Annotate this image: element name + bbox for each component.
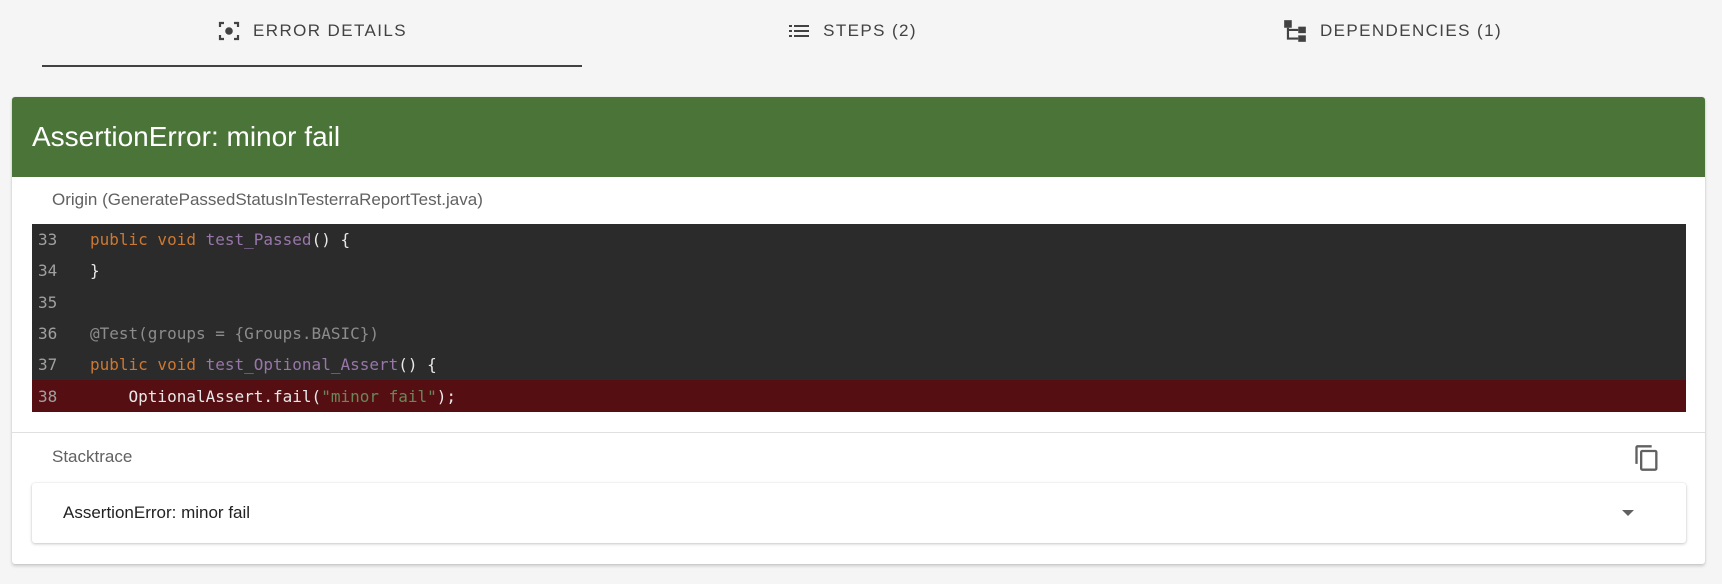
tab-bar: ERROR DETAILS STEPS (2) DEPENDENCIES (1) [42, 0, 1662, 67]
copy-icon [1633, 444, 1661, 477]
code-text: } [90, 261, 100, 281]
code-text: OptionalAssert.fail("minor fail"); [90, 386, 457, 406]
code-snippet: 33 public void test_Passed() { 34 } 35 3… [32, 224, 1686, 412]
sitemap-icon [1282, 18, 1308, 44]
error-code-line: 38 OptionalAssert.fail("minor fail"); [32, 380, 1686, 412]
chevron-down-icon [1622, 510, 1634, 516]
code-line: 35 [32, 287, 1686, 318]
code-line: 33 public void test_Passed() { [32, 224, 1686, 255]
copy-button[interactable] [1627, 440, 1667, 480]
line-number: 34 [38, 261, 58, 281]
code-line: 36 @Test(groups = {Groups.BASIC}) [32, 318, 1686, 349]
tab-dependencies[interactable]: DEPENDENCIES (1) [1122, 0, 1662, 67]
stacktrace-label: Stacktrace [52, 447, 133, 466]
error-title: AssertionError: minor fail [32, 121, 341, 152]
error-header: AssertionError: minor fail [12, 97, 1705, 177]
line-number: 35 [38, 292, 58, 312]
divider [12, 432, 1705, 433]
code-text: public void test_Optional_Assert() { [90, 355, 437, 375]
code-line: 37 public void test_Optional_Assert() { [32, 349, 1686, 380]
camera-focus-icon [217, 19, 241, 43]
tab-label: ERROR DETAILS [253, 20, 407, 40]
code-line: 34 } [32, 255, 1686, 286]
code-text: @Test(groups = {Groups.BASIC}) [90, 324, 379, 344]
line-number: 38 [38, 386, 58, 406]
tab-label: DEPENDENCIES (1) [1319, 20, 1503, 40]
stacktrace-entry[interactable]: AssertionError: minor fail [32, 483, 1686, 543]
error-card: AssertionError: minor fail Origin (Gener… [12, 97, 1705, 564]
line-number: 36 [38, 324, 58, 344]
code-text: public void test_Passed() { [90, 230, 351, 250]
line-number: 37 [38, 355, 58, 375]
origin-label: Origin (GeneratePassedStatusInTesterraRe… [52, 190, 483, 209]
tab-error-details[interactable]: ERROR DETAILS [42, 0, 582, 67]
tab-steps[interactable]: STEPS (2) [582, 0, 1122, 67]
stacktrace-text: AssertionError: minor fail [63, 503, 251, 522]
tab-label: STEPS (2) [823, 20, 917, 40]
line-number: 33 [38, 230, 58, 250]
list-icon [787, 19, 811, 43]
